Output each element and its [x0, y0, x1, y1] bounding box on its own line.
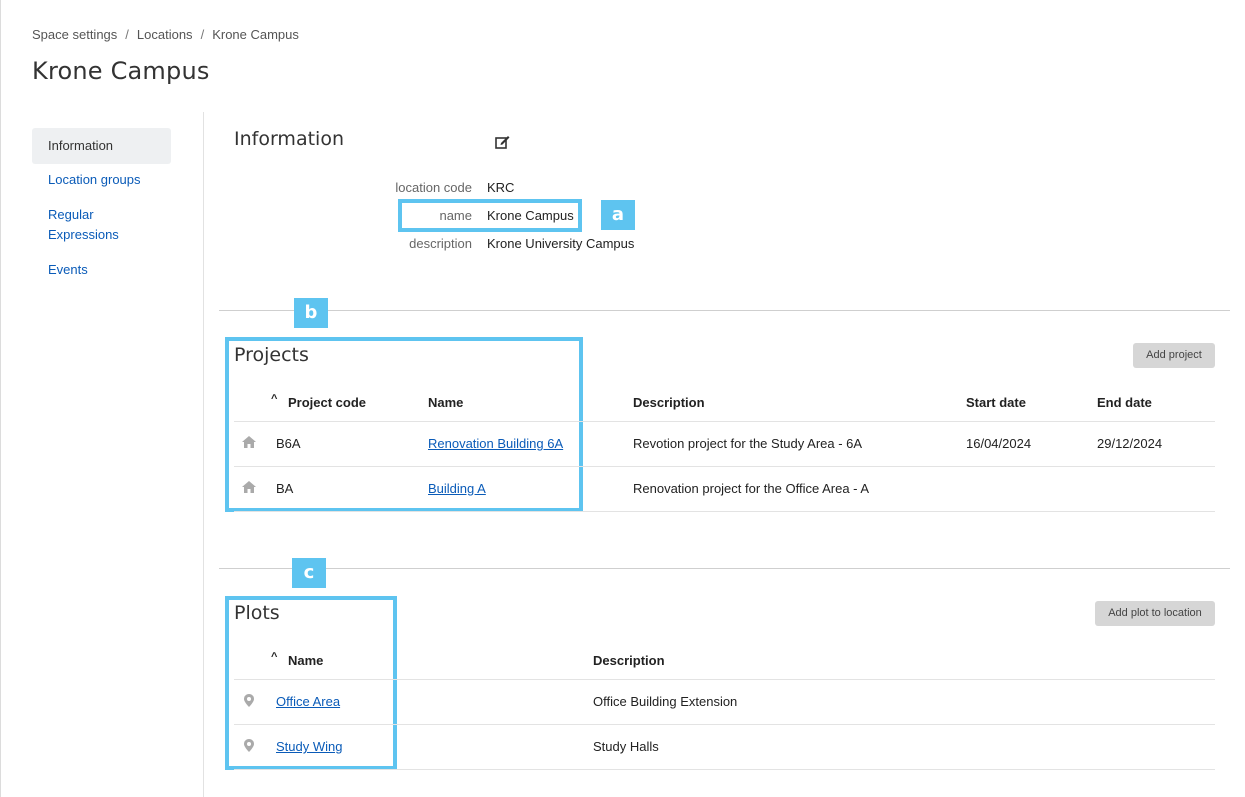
nav-item-label-line1: Regular — [48, 207, 94, 222]
field-label-location-code: location code — [395, 180, 472, 195]
field-value-description: Krone University Campus — [487, 236, 635, 251]
table-row: Study Wing Study Halls — [234, 725, 1215, 769]
column-header-end-date[interactable]: End date — [1097, 395, 1152, 410]
column-header-description[interactable]: Description — [593, 653, 665, 668]
annotation-label-a: a — [601, 200, 635, 230]
annotation-box-a — [398, 199, 582, 232]
field-label-description: description — [409, 236, 472, 251]
map-pin-icon — [244, 694, 254, 710]
plot-name-link[interactable]: Study Wing — [276, 739, 342, 754]
plot-description: Office Building Extension — [593, 694, 738, 709]
page-left-border — [0, 0, 1, 797]
edit-icon[interactable] — [494, 134, 512, 152]
plot-description: Study Halls — [593, 739, 659, 754]
nav-item-regular-expressions[interactable]: Regular Expressions — [32, 205, 171, 245]
column-header-description[interactable]: Description — [633, 395, 705, 410]
projects-heading: Projects — [234, 344, 309, 366]
nav-item-label-line2: Expressions — [48, 227, 119, 242]
project-description: Revotion project for the Study Area - 6A — [633, 436, 863, 451]
field-value-location-code: KRC — [487, 180, 515, 195]
plot-name-link[interactable]: Office Area — [276, 694, 340, 709]
information-heading: Information — [234, 128, 344, 150]
table-row: B6A Renovation Building 6A Revotion proj… — [234, 422, 1215, 466]
breadcrumb-space-settings[interactable]: Space settings — [32, 27, 117, 42]
add-project-button[interactable]: Add project — [1133, 343, 1215, 368]
home-icon — [242, 436, 256, 451]
project-description: Renovation project for the Office Area -… — [633, 481, 870, 496]
project-end-date: 29/12/2024 — [1097, 436, 1163, 451]
annotation-label-b: b — [294, 298, 328, 328]
breadcrumb-separator: / — [200, 27, 205, 42]
add-plot-button[interactable]: Add plot to location — [1095, 601, 1215, 626]
nav-item-events[interactable]: Events — [32, 260, 171, 280]
plots-heading: Plots — [234, 602, 280, 624]
map-pin-icon — [244, 739, 254, 755]
project-name-link[interactable]: Building A — [428, 481, 486, 496]
section-divider — [219, 310, 1230, 311]
column-header-name[interactable]: Name — [288, 653, 323, 668]
page-title: Krone Campus — [32, 57, 210, 85]
breadcrumb-separator: / — [125, 27, 129, 42]
section-divider — [219, 568, 1230, 569]
project-name-link[interactable]: Renovation Building 6A — [428, 436, 563, 451]
column-header-start-date[interactable]: Start date — [966, 395, 1026, 410]
table-row: BA Building A Renovation project for the… — [234, 467, 1215, 511]
table-row-divider — [234, 511, 1215, 512]
sort-asc-icon[interactable]: ^ — [271, 651, 277, 663]
project-code: BA — [276, 481, 294, 496]
table-row: Office Area Office Building Extension — [234, 680, 1215, 724]
nav-item-information[interactable]: Information — [32, 128, 171, 164]
column-header-project-code[interactable]: Project code — [288, 395, 366, 410]
sort-asc-icon[interactable]: ^ — [271, 393, 277, 405]
home-icon — [242, 481, 256, 496]
sidebar-divider — [203, 112, 204, 797]
breadcrumb-locations[interactable]: Locations — [137, 27, 193, 42]
column-header-name[interactable]: Name — [428, 395, 463, 410]
breadcrumb: Space settings / Locations / Krone Campus — [32, 27, 299, 42]
breadcrumb-current: Krone Campus — [212, 27, 299, 42]
annotation-label-c: c — [292, 558, 326, 588]
project-code: B6A — [276, 436, 301, 451]
project-start-date: 16/04/2024 — [966, 436, 1032, 451]
table-row-divider — [234, 769, 1215, 770]
nav-item-location-groups[interactable]: Location groups — [32, 170, 171, 190]
